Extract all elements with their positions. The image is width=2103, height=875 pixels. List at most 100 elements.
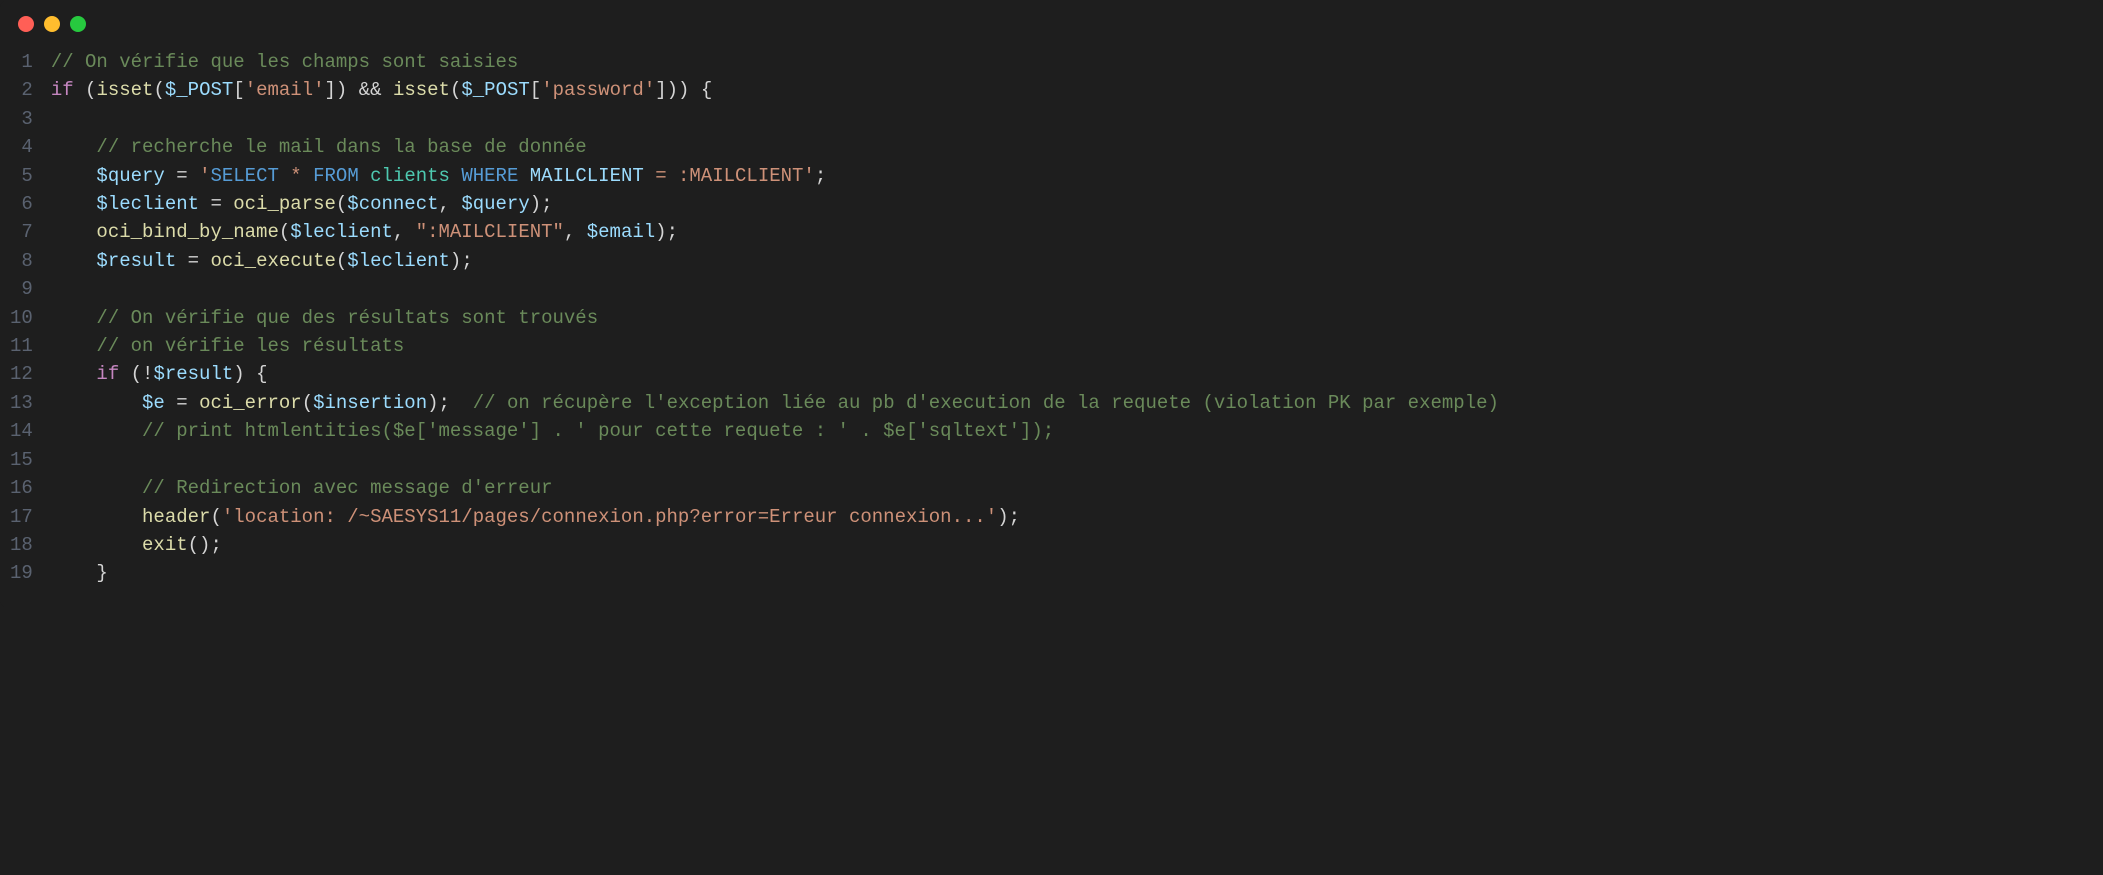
comment: // recherche le mail dans la base de don… (96, 136, 586, 158)
line-number: 6 (10, 190, 33, 218)
punct (382, 79, 393, 101)
code-line[interactable]: exit(); (51, 531, 2103, 559)
fn-isset: isset (96, 79, 153, 101)
code-line[interactable]: $leclient = oci_parse($connect, $query); (51, 190, 2103, 218)
sql-table: clients (359, 165, 462, 187)
var-email: $email (587, 221, 655, 243)
fn-oci-parse: oci_parse (233, 193, 336, 215)
sql-star: * (279, 165, 313, 187)
punct: [ (530, 79, 541, 101)
string: ":MAILCLIENT" (416, 221, 564, 243)
minimize-icon[interactable] (44, 16, 60, 32)
line-number: 15 (10, 446, 33, 474)
line-number: 9 (10, 275, 33, 303)
line-number-gutter: 1 2 3 4 5 6 7 8 9 10 11 12 13 14 15 16 1… (0, 48, 51, 588)
var-query: $query (96, 165, 164, 187)
code-line[interactable]: $e = oci_error($insertion); // on récupè… (51, 389, 2103, 417)
comment: // print htmlentities($e['message'] . ' … (142, 420, 1054, 442)
code-editor-window: 1 2 3 4 5 6 7 8 9 10 11 12 13 14 15 16 1… (0, 0, 2103, 608)
code-line[interactable]: // On vérifie que des résultats sont tro… (51, 304, 2103, 332)
var-insertion: $insertion (313, 392, 427, 414)
sql-from: FROM (313, 165, 359, 187)
string: 'location: /~SAESYS11/pages/connexion.ph… (222, 506, 997, 528)
comment: // On vérifie que les champs sont saisie… (51, 51, 518, 73)
code-line[interactable]: $query = 'SELECT * FROM clients WHERE MA… (51, 162, 2103, 190)
line-number: 7 (10, 218, 33, 246)
sql-where: WHERE (461, 165, 518, 187)
punct: ); (450, 250, 473, 272)
fn-exit: exit (142, 534, 188, 556)
comment: // Redirection avec message d'erreur (142, 477, 552, 499)
fn-header: header (142, 506, 210, 528)
line-number: 4 (10, 133, 33, 161)
punct: , (439, 193, 462, 215)
punct: ]) (325, 79, 359, 101)
code-line[interactable]: oci_bind_by_name($leclient, ":MAILCLIENT… (51, 218, 2103, 246)
fn-oci-exec: oci_execute (210, 250, 335, 272)
maximize-icon[interactable] (70, 16, 86, 32)
line-number: 13 (10, 389, 33, 417)
punct: ( (450, 79, 461, 101)
punct: ( (302, 392, 313, 414)
var-connect: $connect (347, 193, 438, 215)
code-area[interactable]: 1 2 3 4 5 6 7 8 9 10 11 12 13 14 15 16 1… (0, 42, 2103, 608)
comment: // on récupère l'exception liée au pb d'… (473, 392, 1499, 414)
code-line[interactable]: // On vérifie que les champs sont saisie… (51, 48, 2103, 76)
var-leclient: $leclient (290, 221, 393, 243)
op-and: && (359, 79, 382, 101)
code-line[interactable]: // recherche le mail dans la base de don… (51, 133, 2103, 161)
op-eq: = (176, 250, 210, 272)
punct: ) { (233, 363, 267, 385)
line-number: 10 (10, 304, 33, 332)
line-number: 14 (10, 417, 33, 445)
op-eq: = (165, 392, 199, 414)
punct: ( (279, 221, 290, 243)
var-post: $_POST (461, 79, 529, 101)
line-number: 17 (10, 503, 33, 531)
code-line[interactable]: if (isset($_POST['email']) && isset($_PO… (51, 76, 2103, 104)
punct: , (393, 221, 416, 243)
punct: ])) { (655, 79, 712, 101)
punct: ( (74, 79, 97, 101)
op-not: ! (142, 363, 153, 385)
window-titlebar (0, 0, 2103, 42)
punct: ); (997, 506, 1020, 528)
var-leclient: $leclient (347, 250, 450, 272)
sql-select: SELECT (210, 165, 278, 187)
fn-isset: isset (393, 79, 450, 101)
code-line[interactable]: // Redirection avec message d'erreur (51, 474, 2103, 502)
punct: ( (153, 79, 164, 101)
punct: ); (530, 193, 553, 215)
line-number: 16 (10, 474, 33, 502)
code-line[interactable]: $result = oci_execute($leclient); (51, 247, 2103, 275)
code-line[interactable] (51, 275, 2103, 303)
sql-param: :MAILCLIENT (678, 165, 803, 187)
punct: ); (427, 392, 473, 414)
code-line[interactable] (51, 446, 2103, 474)
punct: ; (815, 165, 826, 187)
var-leclient: $leclient (96, 193, 199, 215)
code-line[interactable]: } (51, 559, 2103, 587)
fn-oci-bind: oci_bind_by_name (96, 221, 278, 243)
punct: , (564, 221, 587, 243)
line-number: 11 (10, 332, 33, 360)
var-result: $result (96, 250, 176, 272)
punct: ( (210, 506, 221, 528)
punct: [ (233, 79, 244, 101)
code-line[interactable] (51, 105, 2103, 133)
keyword-if: if (51, 79, 74, 101)
close-icon[interactable] (18, 16, 34, 32)
var-query: $query (461, 193, 529, 215)
code-lines[interactable]: // On vérifie que les champs sont saisie… (51, 48, 2103, 588)
string-quote: ' (803, 165, 814, 187)
sql-eq: = (655, 165, 678, 187)
line-number: 3 (10, 105, 33, 133)
code-line[interactable]: // on vérifie les résultats (51, 332, 2103, 360)
string: 'email' (245, 79, 325, 101)
code-line[interactable]: if (!$result) { (51, 360, 2103, 388)
var-post: $_POST (165, 79, 233, 101)
punct: ( (336, 193, 347, 215)
punct: ( (119, 363, 142, 385)
code-line[interactable]: // print htmlentities($e['message'] . ' … (51, 417, 2103, 445)
code-line[interactable]: header('location: /~SAESYS11/pages/conne… (51, 503, 2103, 531)
